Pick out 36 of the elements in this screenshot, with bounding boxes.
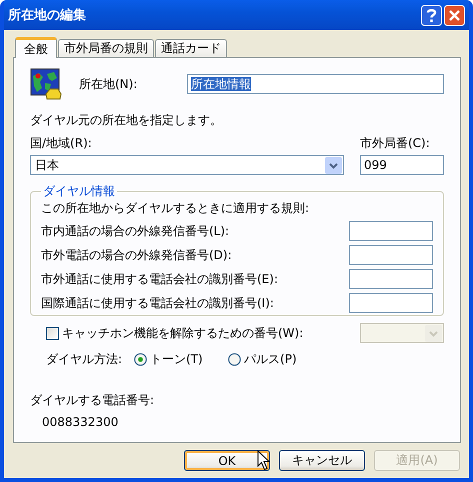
instruction-text: ダイヤル元の所在地を指定します。: [30, 112, 223, 129]
close-icon[interactable]: [444, 4, 465, 26]
checkbox-label: キャッチホン機能を解除するための番号(W):: [62, 324, 304, 342]
location-field[interactable]: 所在地情報: [187, 74, 444, 94]
dialog-button[interactable]: キャンセル: [279, 450, 365, 471]
radio-label: トーン(T): [150, 350, 203, 368]
input-field[interactable]: [349, 245, 433, 265]
dial-method-label: ダイヤル方法:: [46, 350, 122, 368]
field-label: 国際通話に使用する電話会社の識別番号(I):: [41, 294, 274, 312]
tab[interactable]: 市外局番の規則: [58, 39, 154, 57]
dialog-button[interactable]: OK: [184, 450, 270, 471]
mouse-pointer-icon: [257, 450, 270, 471]
country-label: 国/地域(R):: [30, 135, 93, 152]
area-code-field[interactable]: 099: [360, 155, 444, 175]
input-field[interactable]: [349, 269, 433, 289]
window-title: 所在地の編集: [8, 7, 86, 24]
field-label: 市内通話の場合の外線発信番号(L):: [41, 222, 230, 240]
radio-button[interactable]: [228, 352, 242, 366]
field-label: 市外電話の場合の外線発信番号(D):: [41, 246, 232, 264]
help-icon[interactable]: [421, 4, 442, 26]
location-label: 所在地(N):: [79, 76, 138, 92]
globe-phone-icon: [30, 68, 62, 100]
rules-intro: この所在地からダイヤルするときに適用する規則:: [41, 200, 310, 217]
input-field[interactable]: [349, 293, 433, 313]
field-label: 市外通話に使用する電話会社の識別番号(E):: [41, 270, 278, 288]
number-label: ダイヤルする電話番号:: [30, 392, 156, 409]
checkbox[interactable]: [46, 326, 59, 340]
radio-button[interactable]: [134, 352, 148, 366]
tab[interactable]: 全般: [15, 37, 57, 58]
input-field[interactable]: [349, 221, 433, 241]
phone-number: 0088332300: [41, 415, 120, 429]
group-title: ダイヤル情報: [42, 183, 116, 200]
area-code-label: 市外局番(C):: [360, 135, 431, 152]
tab[interactable]: 通話カード: [155, 39, 227, 57]
radio-label: パルス(P): [244, 350, 297, 368]
country-dropdown[interactable]: 日本: [30, 155, 344, 175]
